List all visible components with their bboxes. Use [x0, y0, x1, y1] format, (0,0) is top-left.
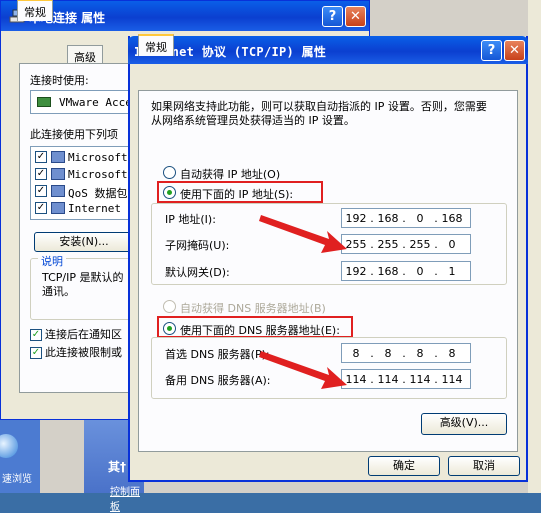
octet: 114 [409, 373, 431, 386]
tcpip-properties-dialog: Internet 协议 (TCP/IP) 属性 ? ✕ 常规 如果网络支持此功能… [128, 34, 528, 482]
octet: 168 [377, 212, 399, 225]
preferred-dns-field[interactable]: 8. 8. 8. 8 [341, 343, 471, 363]
octet: 255 [377, 238, 399, 251]
ok-button[interactable]: 确定 [368, 456, 440, 476]
ie-icon [0, 434, 18, 458]
item-checkbox[interactable]: ✓ [35, 168, 47, 180]
desktop-ie-shortcut[interactable]: 速浏览 [0, 420, 40, 493]
item-label: QoS 数据包 [68, 187, 128, 200]
highlight-box-ip [157, 181, 323, 203]
cancel-button[interactable]: 取消 [448, 456, 520, 476]
octet: 168 [377, 265, 399, 278]
item-label: Microsoft [68, 151, 128, 164]
intro-text: 如果网络支持此功能，则可以获取自动指派的 IP 设置。否则，您需要从网络系统管理… [151, 100, 487, 127]
notify-checkbox-row[interactable]: ✓ 连接后在通知区 [30, 326, 122, 342]
back-window-titlebar[interactable]: 本地连接 属性 ? ✕ [1, 1, 369, 31]
octet: 0 [448, 238, 456, 251]
advanced-button[interactable]: 高级(V)... [421, 413, 507, 435]
connect-using-label: 连接时使用: [30, 74, 89, 87]
arrow-annotation-dns [259, 351, 347, 389]
octet: 8 [416, 347, 424, 360]
alternate-dns-label: 备用 DNS 服务器(A): [165, 374, 271, 387]
network-adapter-icon [37, 97, 51, 107]
octet: 114 [441, 373, 463, 386]
octet: 192 [345, 265, 367, 278]
subnet-mask-field[interactable]: 255. 255. 255. 0 [341, 234, 471, 254]
octet: 168 [441, 212, 463, 225]
explorer-heading: 其† [108, 460, 127, 474]
ip-address-label: IP 地址(I): [165, 213, 216, 226]
tab-advanced[interactable]: 高级 [67, 45, 103, 65]
service-icon [51, 168, 65, 180]
octet: 114 [377, 373, 399, 386]
item-label: Internet [68, 202, 121, 215]
notify-checkbox-label: 连接后在通知区 [45, 328, 122, 341]
dialog-help-button[interactable]: ? [481, 40, 502, 61]
default-gateway-label: 默认网关(D): [165, 266, 230, 279]
octet: 1 [448, 265, 456, 278]
arrow-annotation-ip [259, 215, 347, 253]
item-label: Microsoft [68, 168, 128, 181]
dialog-general-panel: 如果网络支持此功能，则可以获取自动指派的 IP 设置。否则，您需要从网络系统管理… [138, 90, 518, 452]
protocol-icon [51, 202, 65, 214]
radio-circle[interactable] [163, 166, 176, 179]
limited-checkbox[interactable]: ✓ [30, 347, 42, 359]
notify-checkbox[interactable]: ✓ [30, 329, 42, 341]
back-close-button[interactable]: ✕ [345, 6, 366, 27]
tab-general[interactable]: 常规 [138, 34, 174, 56]
tab-general[interactable]: 常规 [17, 0, 53, 21]
limited-checkbox-label: 此连接被限制或 [45, 346, 122, 359]
octet: 8 [384, 347, 392, 360]
octet: 0 [416, 265, 424, 278]
item-checkbox[interactable]: ✓ [35, 185, 47, 197]
radio-circle[interactable] [163, 300, 176, 313]
items-label: 此连接使用下列项 [30, 128, 118, 141]
dialog-titlebar[interactable]: Internet 协议 (TCP/IP) 属性 ? ✕ [128, 36, 528, 64]
adapter-name: VMware Acce [59, 96, 132, 109]
subnet-mask-label: 子网掩码(U): [165, 239, 230, 252]
ip-address-field[interactable]: 192. 168. 0. 168 [341, 208, 471, 228]
octet: 0 [416, 212, 424, 225]
description-text: TCP/IP 是默认的通讯。 [42, 271, 124, 298]
octet: 8 [448, 347, 456, 360]
desktop-icon-label: 速浏览 [2, 474, 32, 485]
item-checkbox[interactable]: ✓ [35, 202, 47, 214]
service-icon [51, 185, 65, 197]
auto-dns-label: 自动获得 DNS 服务器地址(B) [180, 302, 326, 315]
client-icon [51, 151, 65, 163]
install-button[interactable]: 安装(N)... [34, 232, 134, 252]
default-gateway-field[interactable]: 192. 168. 0. 1 [341, 261, 471, 281]
preferred-dns-label: 首选 DNS 服务器(P): [165, 348, 270, 361]
back-help-button[interactable]: ? [322, 6, 343, 27]
auto-ip-label: 自动获得 IP 地址(O) [180, 168, 281, 181]
dialog-close-button[interactable]: ✕ [504, 40, 525, 61]
alternate-dns-field[interactable]: 114. 114. 114. 114 [341, 369, 471, 389]
octet: 255 [409, 238, 431, 251]
highlight-box-dns [157, 316, 353, 338]
limited-checkbox-row[interactable]: ✓ 此连接被限制或 [30, 344, 122, 360]
item-checkbox[interactable]: ✓ [35, 151, 47, 163]
desktop-edge [528, 0, 541, 493]
description-title: 说明 [38, 253, 66, 269]
explorer-link[interactable]: 控制面板 [110, 483, 144, 513]
